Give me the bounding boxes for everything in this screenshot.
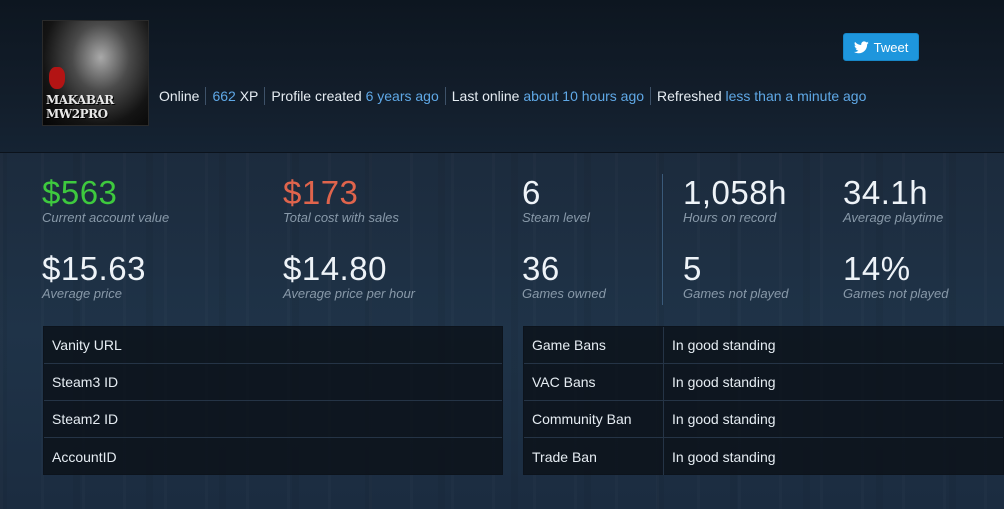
games-not-played-count-value: 5	[683, 250, 702, 287]
table-row[interactable]: Steam2 ID	[44, 401, 502, 438]
games-owned-value: 36	[522, 250, 560, 287]
games-owned-label: Games owned	[522, 286, 606, 301]
stats-divider	[662, 174, 663, 305]
bans-table: Game Bans In good standing VAC Bans In g…	[523, 326, 1004, 475]
stat-games-not-played-pct: 14% Games not played	[843, 250, 949, 302]
vac-bans-key: VAC Bans	[524, 364, 664, 400]
refreshed: Refreshed less than a minute ago	[650, 87, 872, 105]
stat-steam-level: 6 Steam level	[522, 174, 590, 226]
stat-games-not-played-count: 5 Games not played	[683, 250, 789, 302]
avatar-text-line2: MW2PRO	[46, 107, 108, 121]
average-price-label: Average price	[42, 286, 122, 301]
games-not-played-pct-value: 14%	[843, 250, 911, 287]
xp-info: 662 XP	[205, 87, 264, 105]
steam2-id-key: Steam2 ID	[52, 411, 119, 427]
table-row[interactable]: Vanity URL	[44, 327, 502, 364]
tweet-button[interactable]: Tweet	[843, 33, 919, 61]
tweet-label: Tweet	[873, 39, 909, 55]
table-row: Community Ban In good standing	[524, 401, 1003, 438]
game-bans-value: In good standing	[672, 337, 776, 353]
average-price-per-hour-value: $14.80	[283, 250, 387, 287]
profile-created-label: Profile created	[271, 88, 362, 104]
avatar-text: MAKABAR MW2PRO	[46, 93, 146, 121]
hours-on-record-label: Hours on record	[683, 210, 777, 225]
red-hand-icon	[49, 67, 65, 89]
stat-total-cost: $173 Total cost with sales	[283, 174, 399, 226]
table-row[interactable]: AccountID	[44, 438, 502, 475]
games-not-played-pct-label: Games not played	[843, 286, 949, 301]
average-price-per-hour-label: Average price per hour	[283, 286, 416, 301]
vanity-url-key: Vanity URL	[52, 337, 122, 353]
last-online-label: Last online	[451, 88, 520, 104]
last-online: Last online about 10 hours ago	[444, 87, 650, 105]
stat-average-price-per-hour: $14.80 Average price per hour	[283, 250, 416, 302]
steam3-id-key: Steam3 ID	[52, 374, 119, 390]
total-cost-label: Total cost with sales	[283, 210, 399, 225]
online-status: Online	[159, 88, 200, 104]
account-value: $563	[42, 174, 118, 211]
stat-account-value: $563 Current account value	[42, 174, 170, 226]
hours-on-record-value: 1,058h	[683, 174, 787, 211]
status-row: Online 662 XP Profile created 6 years ag…	[158, 87, 872, 105]
stat-average-price: $15.63 Average price	[42, 250, 146, 302]
account-id-key: AccountID	[52, 448, 117, 465]
average-playtime-label: Average playtime	[843, 210, 944, 225]
average-price-value: $15.63	[42, 250, 146, 287]
profile-created-value[interactable]: 6 years ago	[366, 88, 439, 104]
xp-unit: XP	[239, 88, 259, 104]
refreshed-value[interactable]: less than a minute ago	[726, 88, 867, 104]
table-row: Game Bans In good standing	[524, 327, 1003, 364]
total-cost-value: $173	[283, 174, 359, 211]
ids-table: Vanity URL Steam3 ID Steam2 ID AccountID	[43, 326, 503, 475]
game-bans-key: Game Bans	[524, 327, 664, 363]
average-playtime-value: 34.1h	[843, 174, 929, 211]
steam-level-label: Steam level	[522, 210, 590, 225]
trade-ban-key: Trade Ban	[524, 438, 664, 475]
last-online-value[interactable]: about 10 hours ago	[523, 88, 644, 104]
profile-created: Profile created 6 years ago	[264, 87, 444, 105]
vac-bans-value: In good standing	[672, 374, 776, 390]
trade-ban-value: In good standing	[672, 448, 776, 465]
twitter-bird-icon	[853, 40, 869, 53]
table-row: Trade Ban In good standing	[524, 438, 1003, 475]
community-ban-value: In good standing	[672, 411, 776, 427]
stat-games-owned: 36 Games owned	[522, 250, 606, 302]
avatar-text-line1: MAKABAR	[46, 93, 114, 107]
stat-hours-on-record: 1,058h Hours on record	[683, 174, 787, 226]
xp-value[interactable]: 662	[212, 88, 235, 104]
stat-average-playtime: 34.1h Average playtime	[843, 174, 944, 226]
steam-level-value: 6	[522, 174, 541, 211]
games-not-played-count-label: Games not played	[683, 286, 789, 301]
table-row: VAC Bans In good standing	[524, 364, 1003, 401]
community-ban-key: Community Ban	[524, 401, 664, 437]
profile-header: MAKABAR MW2PRO Online 662 XP Profile cre…	[0, 0, 1004, 153]
avatar[interactable]: MAKABAR MW2PRO	[42, 20, 149, 126]
account-value-label: Current account value	[42, 210, 170, 225]
table-row[interactable]: Steam3 ID	[44, 364, 502, 401]
refreshed-label: Refreshed	[657, 88, 722, 104]
